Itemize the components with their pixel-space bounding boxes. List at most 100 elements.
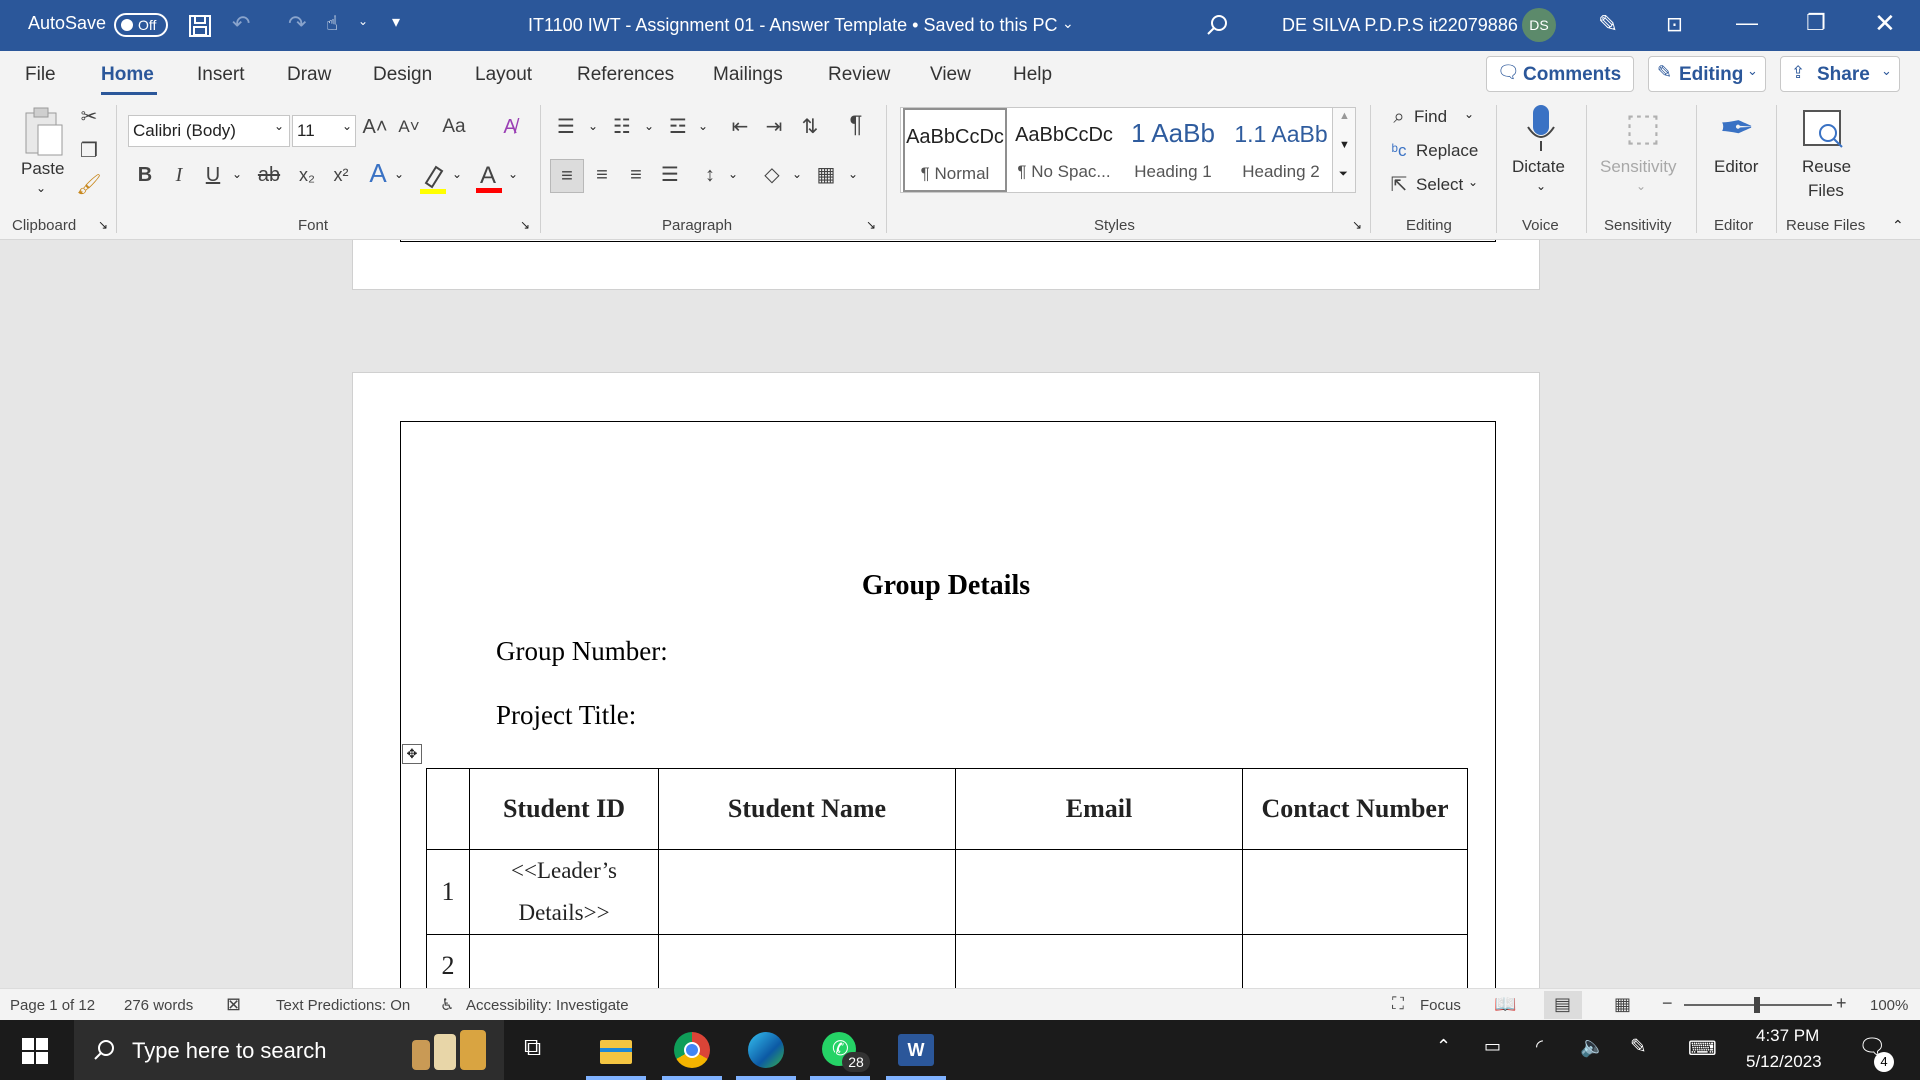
- chevron-down-icon[interactable]: ⌄: [848, 167, 858, 181]
- table-cell-number[interactable]: 2: [426, 934, 470, 988]
- reuse-files-icon[interactable]: [1800, 107, 1846, 153]
- copy-icon[interactable]: ❐: [76, 137, 102, 165]
- numbering-icon[interactable]: ☷: [608, 113, 636, 141]
- print-layout-button[interactable]: ▤: [1544, 991, 1582, 1019]
- keyboard-icon[interactable]: ⌨: [1688, 1036, 1717, 1061]
- paste-chevron-icon[interactable]: ⌄: [36, 181, 46, 195]
- dialog-launcher-icon[interactable]: ↘: [520, 218, 530, 232]
- focus-icon[interactable]: ⛶: [1392, 994, 1404, 1014]
- document-title[interactable]: IT1100 IWT - Assignment 01 - Answer Temp…: [528, 15, 1058, 36]
- multilevel-list-icon[interactable]: ☲: [664, 113, 692, 141]
- text-effects-icon[interactable]: A: [364, 159, 392, 187]
- share-button[interactable]: ⇪ Share ⌄: [1780, 56, 1900, 92]
- tab-view[interactable]: View: [930, 64, 971, 86]
- more-styles-icon[interactable]: ⏷: [1339, 168, 1348, 181]
- font-name-select[interactable]: Calibri (Body): [128, 115, 290, 147]
- redo-icon[interactable]: ↷: [288, 11, 306, 37]
- superscript-icon[interactable]: x²: [328, 161, 354, 189]
- format-painter-icon[interactable]: 🖌: [76, 171, 102, 199]
- replace-button[interactable]: Replace: [1416, 141, 1478, 161]
- touch-mode-icon[interactable]: ☝: [326, 11, 338, 36]
- avatar[interactable]: DS: [1522, 8, 1556, 42]
- save-icon[interactable]: [188, 14, 212, 38]
- chevron-down-icon[interactable]: ⌄: [1464, 107, 1474, 121]
- chevron-down-icon[interactable]: ⌄: [508, 167, 518, 181]
- close-icon[interactable]: ✕: [1874, 8, 1896, 39]
- accessibility-status[interactable]: Accessibility: Investigate: [466, 997, 629, 1014]
- title-chevron-icon[interactable]: ⌄: [1062, 15, 1074, 32]
- chevron-down-icon[interactable]: ⌄: [1468, 175, 1478, 189]
- clear-formatting-icon[interactable]: A̸: [496, 113, 524, 141]
- sort-icon[interactable]: ⇅: [796, 113, 824, 141]
- chevron-down-icon[interactable]: ⌄: [358, 14, 368, 28]
- find-icon[interactable]: ⌕: [1386, 103, 1412, 131]
- file-explorer-icon[interactable]: [594, 1030, 638, 1070]
- reuse-files-label-1[interactable]: Reuse: [1802, 157, 1851, 177]
- strikethrough-button[interactable]: ab: [254, 161, 284, 189]
- show-hidden-icons-icon[interactable]: ⌃: [1436, 1036, 1451, 1057]
- align-center-icon[interactable]: ≡: [588, 161, 616, 189]
- table-header-cell[interactable]: Contact Number: [1242, 768, 1468, 850]
- style-no-spacing[interactable]: AaBbCcDc ¶ No Spac...: [1011, 108, 1117, 192]
- table-cell[interactable]: [1242, 849, 1468, 935]
- find-button[interactable]: Find: [1414, 107, 1447, 127]
- table-cell-student-id[interactable]: [469, 934, 659, 988]
- table-cell-student-id[interactable]: <<Leader’s Details>>: [469, 849, 659, 935]
- chevron-down-icon[interactable]: ⌄: [644, 119, 654, 133]
- chevron-down-icon[interactable]: ⌄: [792, 167, 802, 181]
- zoom-in-icon[interactable]: +: [1836, 993, 1847, 1014]
- align-right-icon[interactable]: ≡: [622, 161, 650, 189]
- justify-icon[interactable]: ☰: [656, 161, 684, 189]
- word-icon[interactable]: W: [894, 1030, 938, 1070]
- chevron-down-icon[interactable]: ⌄: [588, 119, 598, 133]
- chevron-down-icon[interactable]: ⌄: [274, 119, 284, 133]
- restore-icon[interactable]: ❐: [1806, 10, 1826, 36]
- tab-draw[interactable]: Draw: [287, 64, 331, 86]
- tab-review[interactable]: Review: [828, 64, 890, 86]
- table-header-cell[interactable]: Email: [955, 768, 1243, 850]
- zoom-level[interactable]: 100%: [1870, 997, 1908, 1014]
- table-move-handle[interactable]: ✥: [402, 744, 422, 764]
- group-details-heading[interactable]: Group Details: [352, 570, 1540, 602]
- paste-label[interactable]: Paste: [21, 159, 64, 179]
- borders-icon[interactable]: ▦: [812, 161, 840, 189]
- web-layout-icon[interactable]: ▦: [1614, 994, 1631, 1015]
- ribbon-display-icon[interactable]: ⊡: [1666, 12, 1683, 37]
- focus-button[interactable]: Focus: [1420, 997, 1461, 1014]
- bullets-icon[interactable]: ☰: [552, 113, 580, 141]
- read-mode-icon[interactable]: 📖: [1494, 994, 1516, 1015]
- table-cell[interactable]: [955, 849, 1243, 935]
- paste-icon[interactable]: [22, 105, 66, 159]
- page-count[interactable]: Page 1 of 12: [10, 997, 95, 1014]
- font-color-icon[interactable]: A: [474, 161, 504, 195]
- customize-qat-icon[interactable]: ▾: [392, 12, 400, 32]
- group-number-label[interactable]: Group Number:: [496, 636, 668, 667]
- collapse-ribbon-icon[interactable]: ⌃: [1892, 217, 1904, 234]
- tab-mailings[interactable]: Mailings: [713, 64, 783, 86]
- table-cell-number[interactable]: 1: [426, 849, 470, 935]
- whatsapp-icon[interactable]: ✆ 28: [818, 1030, 870, 1072]
- table-header-cell[interactable]: Student Name: [658, 768, 956, 850]
- align-left-button[interactable]: ≡: [550, 159, 584, 193]
- highlighter-icon[interactable]: [418, 163, 448, 195]
- style-heading-2[interactable]: 1.1 AaBb Heading 2: [1227, 108, 1335, 192]
- chevron-down-icon[interactable]: ⌄: [728, 167, 738, 181]
- style-normal[interactable]: AaBbCcDc ¶ Normal: [903, 108, 1007, 192]
- reuse-files-label-2[interactable]: Files: [1808, 181, 1844, 201]
- table-header-cell[interactable]: [426, 768, 470, 850]
- clock-time[interactable]: 4:37 PM: [1756, 1026, 1819, 1046]
- show-formatting-marks-icon[interactable]: ¶: [842, 111, 870, 139]
- tab-insert[interactable]: Insert: [197, 64, 245, 86]
- volume-icon[interactable]: 🔈: [1580, 1034, 1605, 1059]
- select-arrow-icon[interactable]: ⇱: [1386, 171, 1412, 199]
- table-cell[interactable]: [1242, 934, 1468, 988]
- bold-button[interactable]: B: [132, 161, 158, 189]
- styles-scroll[interactable]: ▲ ▼ ⏷: [1332, 107, 1356, 193]
- editor-button[interactable]: Editor: [1714, 157, 1758, 177]
- chevron-down-icon[interactable]: ⌄: [232, 167, 242, 181]
- clock-date[interactable]: 5/12/2023: [1746, 1052, 1822, 1072]
- chevron-down-icon[interactable]: ⌄: [1536, 179, 1546, 193]
- pen-icon[interactable]: ✎: [1598, 10, 1618, 39]
- dialog-launcher-icon[interactable]: ↘: [98, 218, 108, 232]
- scroll-up-icon[interactable]: ▲: [1339, 110, 1350, 122]
